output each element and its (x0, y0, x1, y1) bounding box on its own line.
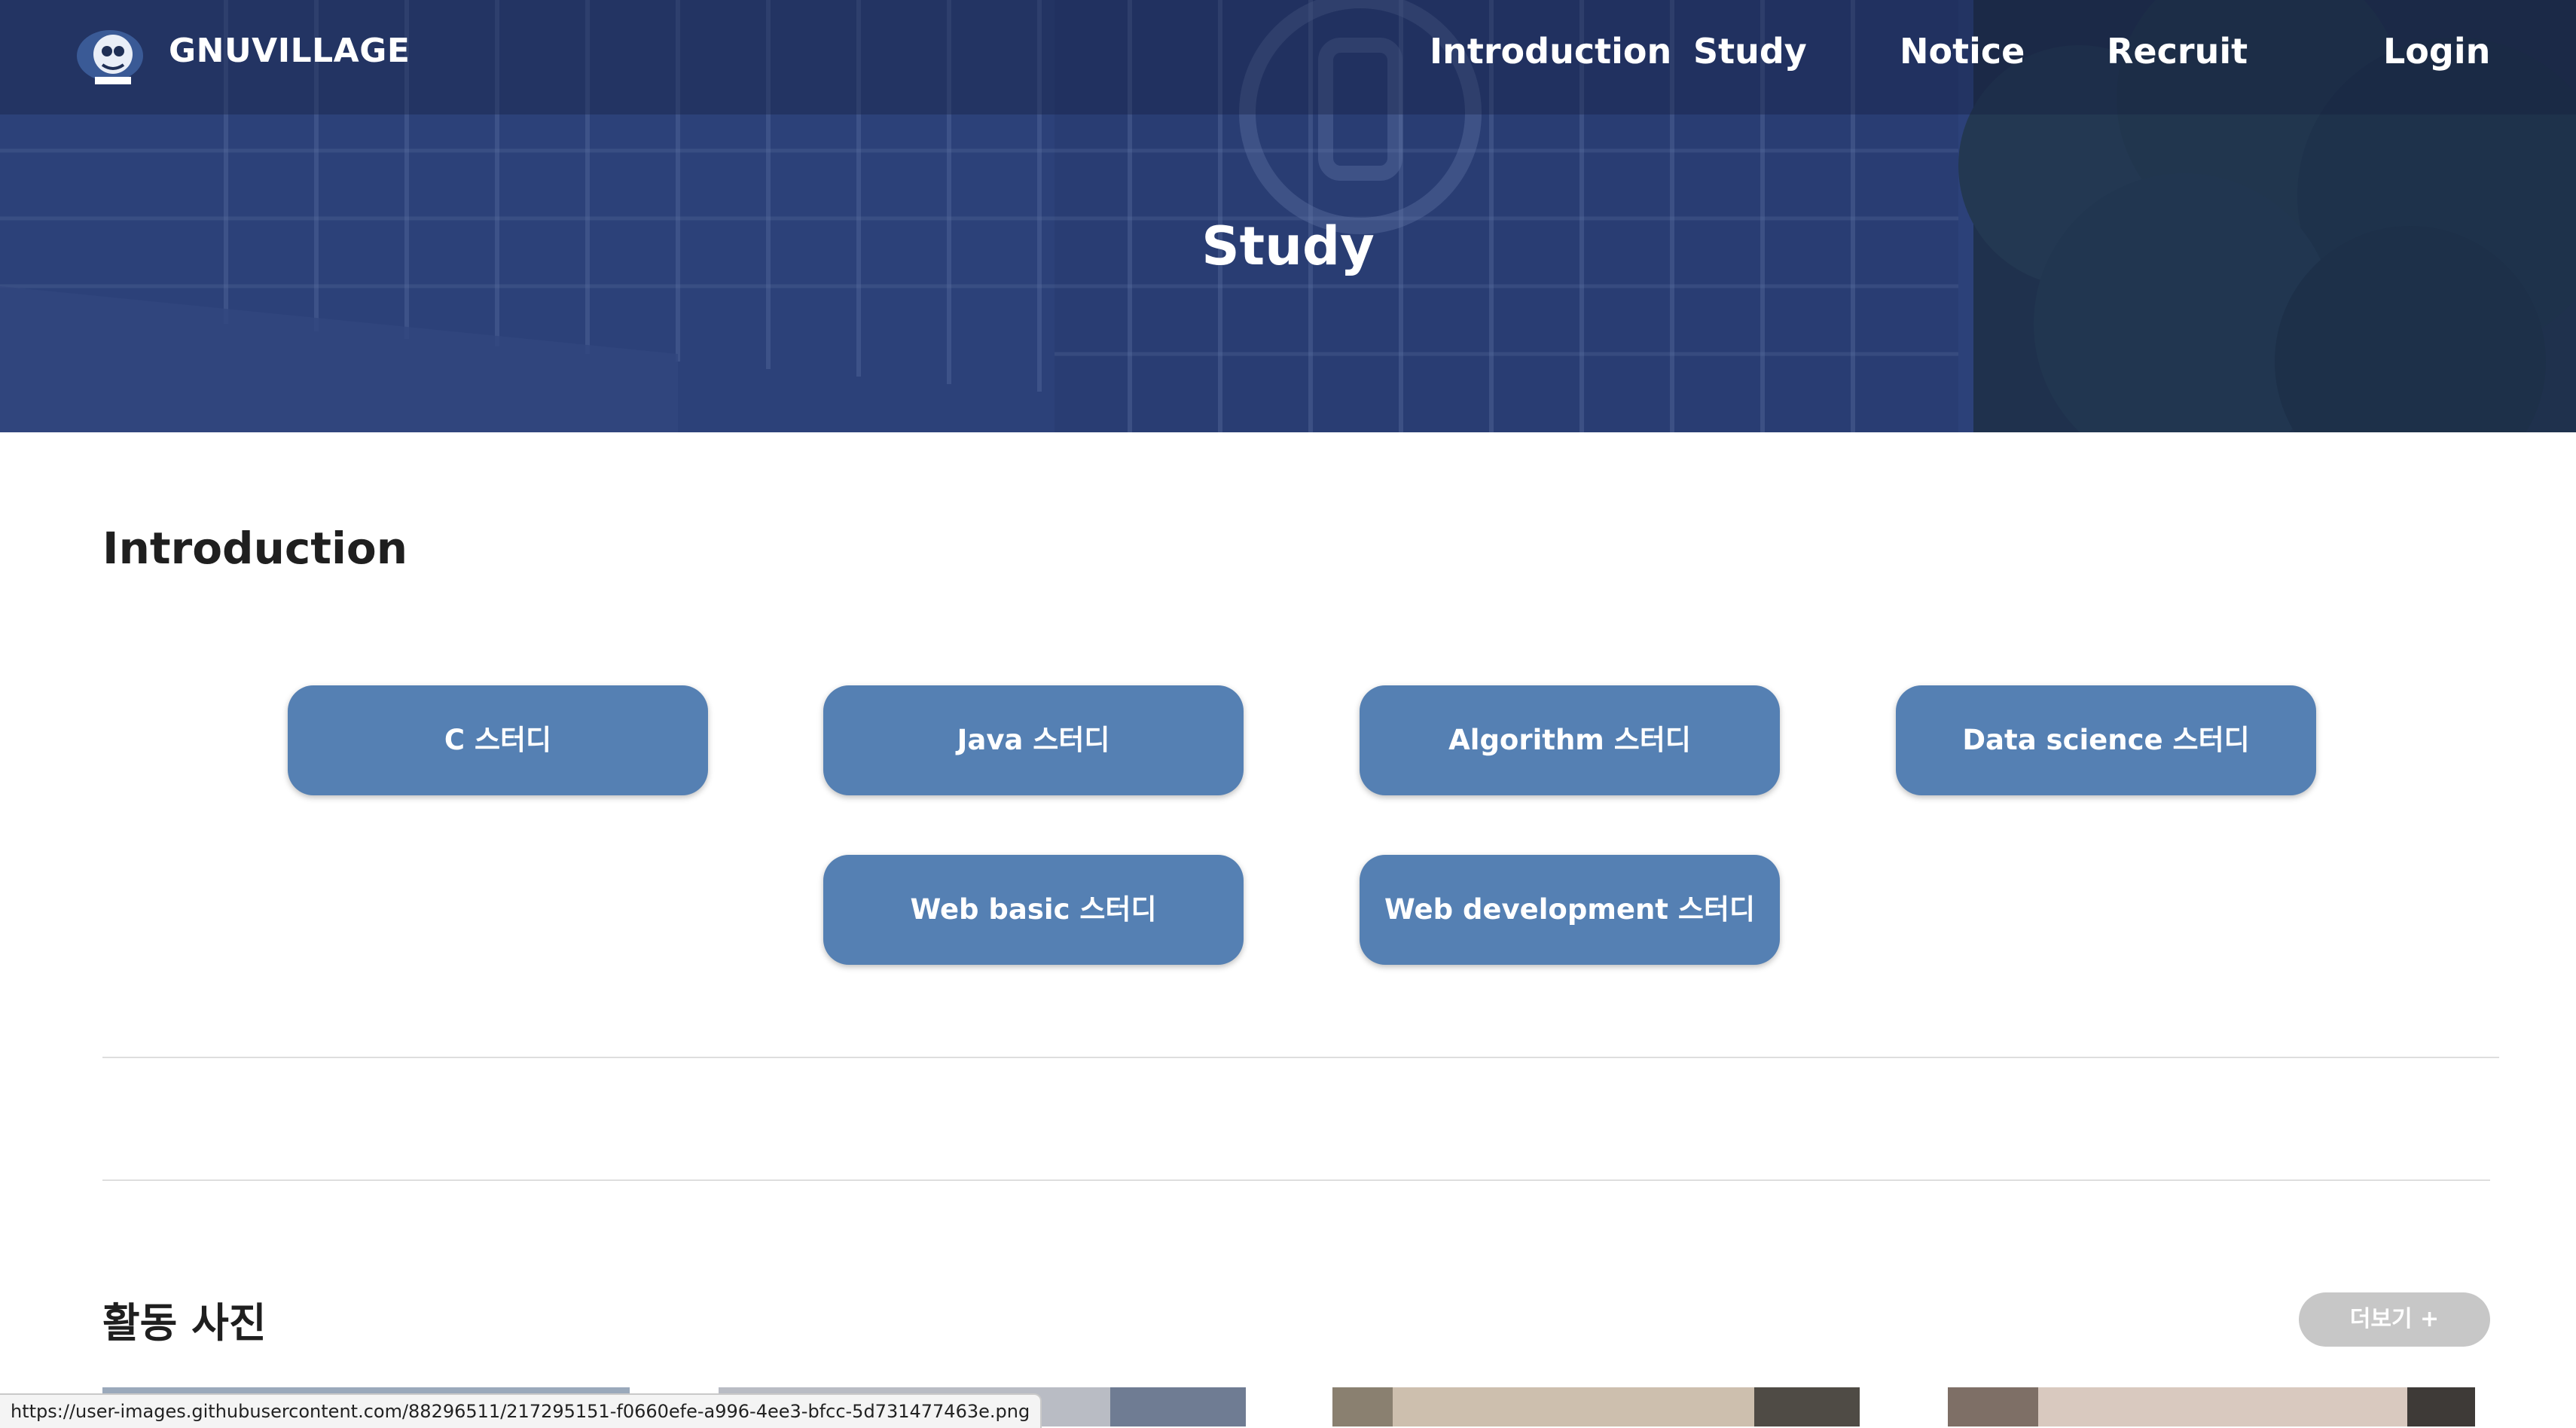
top-navigation-bar: GNUVILLAGE Introduction Study Notice Rec… (0, 0, 2576, 114)
activity-photo-image (1948, 1387, 2475, 1426)
more-button[interactable]: 더보기 + (2299, 1292, 2490, 1347)
section-divider (102, 1179, 2490, 1181)
study-button-data-science[interactable]: Data science 스터디 (1896, 685, 2316, 795)
nav-login[interactable]: Login (2383, 29, 2490, 74)
nav-introduction[interactable]: Introduction (1430, 29, 1671, 74)
section-title-introduction: Introduction (102, 523, 407, 574)
study-button-java[interactable]: Java 스터디 (823, 685, 1244, 795)
section-title-activity-photos: 활동 사진 (102, 1299, 267, 1347)
page-title: Study (1201, 215, 1375, 277)
activity-photo-image (1332, 1387, 1860, 1426)
study-button-web-basic[interactable]: Web basic 스터디 (823, 855, 1244, 965)
hero-banner: GNUVILLAGE Introduction Study Notice Rec… (0, 0, 2576, 432)
activity-photo[interactable] (1948, 1387, 2475, 1426)
nav-recruit[interactable]: Recruit (2107, 29, 2248, 74)
link-preview-status-bar: https://user-images.githubusercontent.co… (0, 1393, 1042, 1428)
section-divider (102, 1057, 2499, 1058)
study-button-algorithm[interactable]: Algorithm 스터디 (1360, 685, 1780, 795)
activity-photo[interactable] (1332, 1387, 1860, 1426)
nav-notice[interactable]: Notice (1900, 29, 2025, 74)
nav-study[interactable]: Study (1693, 29, 1807, 74)
brand-name[interactable]: GNUVILLAGE (169, 29, 410, 74)
study-button-c[interactable]: C 스터디 (288, 685, 708, 795)
study-button-web-development[interactable]: Web development 스터디 (1360, 855, 1780, 965)
gnuvillage-logo-icon[interactable] (72, 21, 148, 89)
